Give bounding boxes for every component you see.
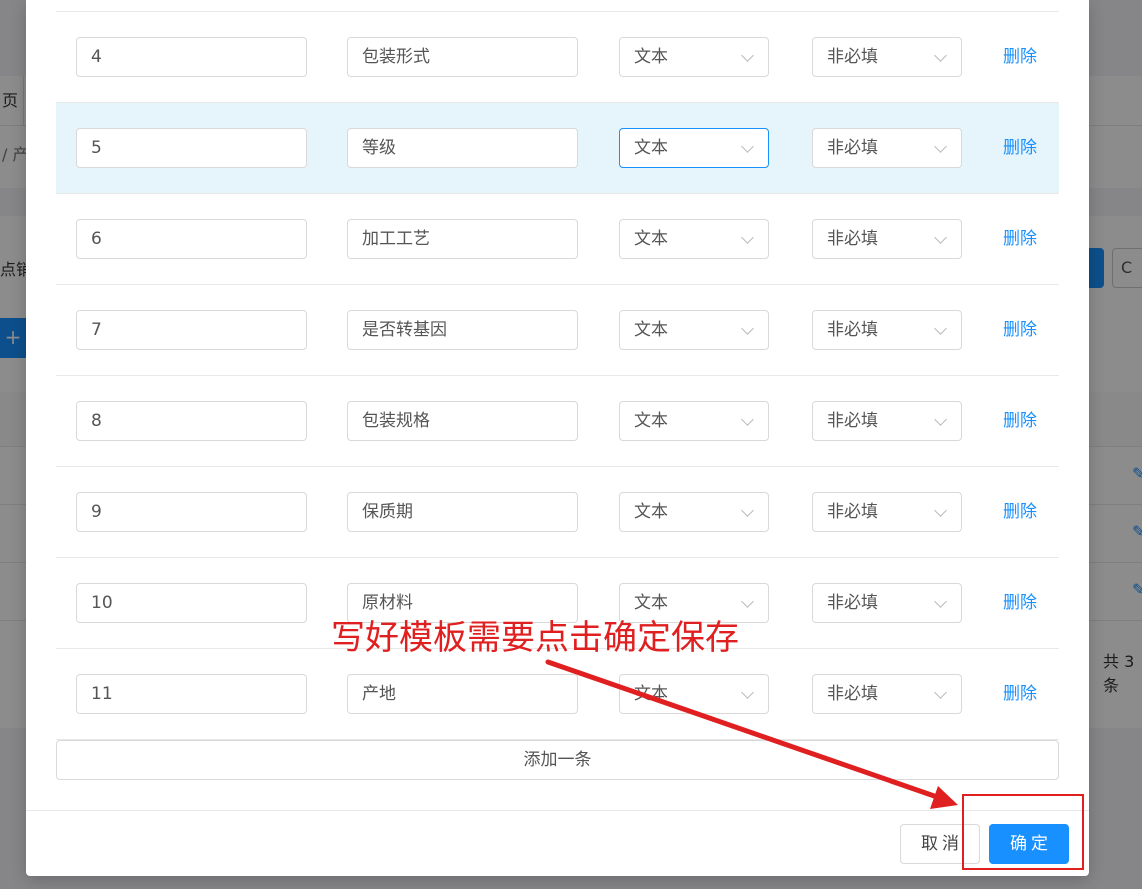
chevron-down-icon	[934, 231, 947, 244]
field-name-input[interactable]: 等级	[347, 128, 578, 168]
table-row: 11 产地 文本 非必填 删除	[56, 649, 1059, 740]
delete-row-link[interactable]: 删除	[1003, 492, 1037, 532]
add-row-button[interactable]: 添加一条	[56, 740, 1059, 780]
template-modal: 4 包装形式 文本 非必填 删除 5 等级 文本 非必填 删除 6 加工工艺 文…	[26, 0, 1089, 876]
field-number-input[interactable]: 8	[76, 401, 307, 441]
field-type-value: 文本	[634, 411, 668, 431]
chevron-down-icon	[741, 413, 754, 426]
field-type-value: 文本	[634, 320, 668, 340]
field-number-input[interactable]: 5	[76, 128, 307, 168]
chevron-down-icon	[741, 231, 754, 244]
field-type-value: 文本	[634, 502, 668, 522]
field-required-select[interactable]: 非必填	[812, 128, 962, 168]
field-name-input[interactable]: 保质期	[347, 492, 578, 532]
delete-row-link[interactable]: 删除	[1003, 674, 1037, 714]
field-number-input[interactable]: 7	[76, 310, 307, 350]
field-number-input[interactable]: 4	[76, 37, 307, 77]
field-type-select[interactable]: 文本	[619, 37, 769, 77]
chevron-down-icon	[741, 504, 754, 517]
field-required-value: 非必填	[827, 229, 878, 249]
delete-row-link[interactable]: 删除	[1003, 583, 1037, 623]
field-type-select[interactable]: 文本	[619, 674, 769, 714]
field-required-select[interactable]: 非必填	[812, 674, 962, 714]
field-required-select[interactable]: 非必填	[812, 583, 962, 623]
chevron-down-icon	[934, 322, 947, 335]
field-required-select[interactable]: 非必填	[812, 401, 962, 441]
table-row: 6 加工工艺 文本 非必填 删除	[56, 194, 1059, 285]
field-name-input[interactable]: 包装形式	[347, 37, 578, 77]
chevron-down-icon	[934, 595, 947, 608]
field-name-input[interactable]: 是否转基因	[347, 310, 578, 350]
field-number-input[interactable]: 11	[76, 674, 307, 714]
field-type-value: 文本	[634, 47, 668, 67]
field-required-value: 非必填	[827, 593, 878, 613]
field-name-input[interactable]: 产地	[347, 674, 578, 714]
chevron-down-icon	[934, 504, 947, 517]
field-number-input[interactable]: 9	[76, 492, 307, 532]
table-row: 4 包装形式 文本 非必填 删除	[56, 12, 1059, 103]
chevron-down-icon	[741, 322, 754, 335]
field-number-input[interactable]: 10	[76, 583, 307, 623]
field-required-select[interactable]: 非必填	[812, 219, 962, 259]
footer-divider	[26, 810, 1089, 811]
chevron-down-icon	[934, 49, 947, 62]
field-type-select[interactable]: 文本	[619, 310, 769, 350]
chevron-down-icon	[741, 686, 754, 699]
field-type-value: 文本	[634, 684, 668, 704]
field-required-value: 非必填	[827, 684, 878, 704]
chevron-down-icon	[934, 140, 947, 153]
field-required-select[interactable]: 非必填	[812, 310, 962, 350]
delete-row-link[interactable]: 删除	[1003, 310, 1037, 350]
field-required-select[interactable]: 非必填	[812, 37, 962, 77]
field-required-select[interactable]: 非必填	[812, 492, 962, 532]
field-type-select[interactable]: 文本	[619, 492, 769, 532]
chevron-down-icon	[934, 686, 947, 699]
table-row: 5 等级 文本 非必填 删除	[56, 103, 1059, 194]
field-number-input[interactable]: 6	[76, 219, 307, 259]
field-type-value: 文本	[634, 593, 668, 613]
field-type-value: 文本	[634, 138, 668, 158]
chevron-down-icon	[741, 49, 754, 62]
delete-row-link[interactable]: 删除	[1003, 219, 1037, 259]
field-type-select[interactable]: 文本	[619, 219, 769, 259]
table-row: 8 包装规格 文本 非必填 删除	[56, 376, 1059, 467]
field-name-input[interactable]: 包装规格	[347, 401, 578, 441]
annotation-text: 写好模板需要点击确定保存	[331, 618, 739, 658]
field-type-select[interactable]: 文本	[619, 401, 769, 441]
field-required-value: 非必填	[827, 320, 878, 340]
field-required-value: 非必填	[827, 502, 878, 522]
table-row: 9 保质期 文本 非必填 删除	[56, 467, 1059, 558]
field-type-select[interactable]: 文本	[619, 128, 769, 168]
chevron-down-icon	[934, 413, 947, 426]
table-row: 7 是否转基因 文本 非必填 删除	[56, 285, 1059, 376]
field-name-input[interactable]: 加工工艺	[347, 219, 578, 259]
chevron-down-icon	[741, 595, 754, 608]
field-type-value: 文本	[634, 229, 668, 249]
field-required-value: 非必填	[827, 138, 878, 158]
delete-row-link[interactable]: 删除	[1003, 37, 1037, 77]
delete-row-link[interactable]: 删除	[1003, 401, 1037, 441]
field-required-value: 非必填	[827, 411, 878, 431]
chevron-down-icon	[741, 140, 754, 153]
delete-row-link[interactable]: 删除	[1003, 128, 1037, 168]
annotation-highlight-box	[962, 794, 1084, 870]
field-required-value: 非必填	[827, 47, 878, 67]
